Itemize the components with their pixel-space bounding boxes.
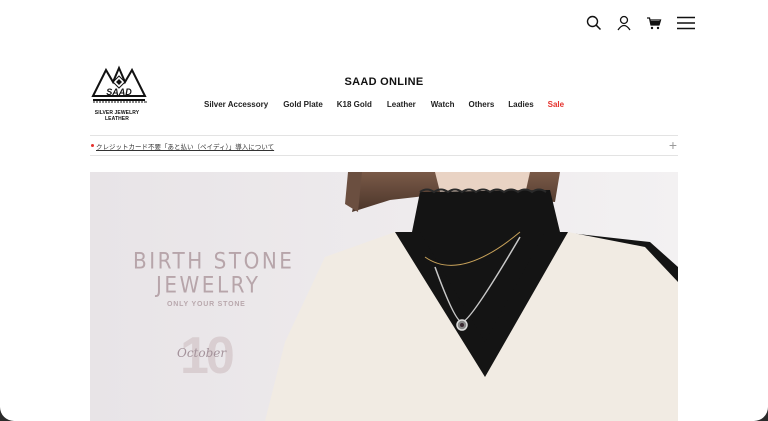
header-icons bbox=[585, 14, 695, 32]
nav-item-sale[interactable]: Sale bbox=[548, 100, 564, 109]
nav-item-watch[interactable]: Watch bbox=[431, 100, 455, 109]
nav-item-gold-plate[interactable]: Gold Plate bbox=[283, 100, 323, 109]
hero-title-line2: JEWELRY bbox=[156, 271, 261, 299]
user-icon[interactable] bbox=[615, 14, 633, 32]
menu-icon[interactable] bbox=[675, 14, 695, 32]
notice-bar: クレジットカード不要「あと払い（ペイディ）」導入について + bbox=[90, 135, 678, 156]
hero-banner[interactable]: BIRTH STONE JEWELRY ONLY YOUR STONE 10 O… bbox=[90, 172, 678, 421]
cart-icon[interactable] bbox=[645, 14, 663, 32]
hero-month-name: October bbox=[177, 346, 227, 360]
browser-page: SAAD SILVER JEWELRY LEATHER SAAD ONLINE … bbox=[0, 0, 768, 421]
hero-text-block: BIRTH STONE JEWELRY ONLY YOUR STONE 10 O… bbox=[90, 172, 320, 421]
search-icon[interactable] bbox=[585, 14, 603, 32]
notice-bullet bbox=[91, 144, 94, 147]
nav-item-silver-accessory[interactable]: Silver Accessory bbox=[204, 100, 268, 109]
hero-subtitle: ONLY YOUR STONE bbox=[167, 301, 246, 308]
nav-item-ladies[interactable]: Ladies bbox=[508, 100, 533, 109]
logo-tagline: SILVER JEWELRY LEATHER bbox=[94, 110, 140, 122]
nav-item-others[interactable]: Others bbox=[469, 100, 495, 109]
hero-title-line1: BIRTH STONE bbox=[133, 247, 295, 275]
expand-icon[interactable]: + bbox=[669, 137, 677, 153]
site-title: SAAD ONLINE bbox=[344, 76, 424, 88]
nav-item-k18-gold[interactable]: K18 Gold bbox=[337, 100, 372, 109]
notice-link[interactable]: クレジットカード不要「あと払い（ペイディ）」導入について bbox=[96, 141, 274, 151]
svg-text:SAAD: SAAD bbox=[106, 87, 132, 97]
nav-item-leather[interactable]: Leather bbox=[387, 100, 416, 109]
main-nav: Silver Accessory Gold Plate K18 Gold Lea… bbox=[204, 100, 564, 109]
